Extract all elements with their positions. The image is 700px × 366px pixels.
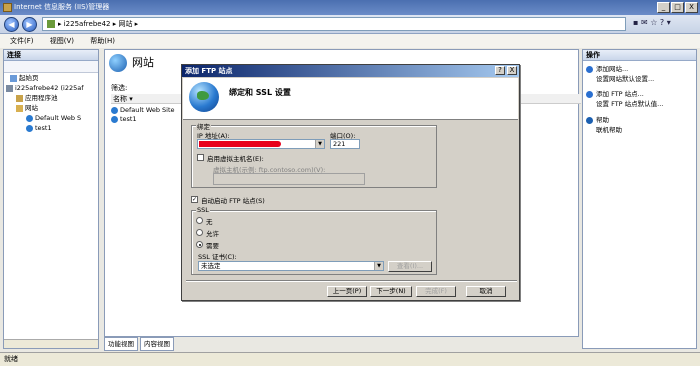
view-cert-button[interactable]: 查看(I)...	[388, 261, 432, 272]
back-button[interactable]: ◀	[4, 17, 19, 32]
tree-item-start[interactable]: 起始页	[4, 73, 98, 83]
app-pool-icon	[16, 94, 23, 102]
menu-view[interactable]: 视图(V)	[50, 37, 74, 45]
actions-title: 操作	[583, 50, 696, 61]
add-icon	[586, 90, 593, 98]
dialog-header: 绑定和 SSL 设置	[183, 78, 518, 120]
view-tabs: 功能视图 内容视图	[104, 337, 304, 351]
action-site-defaults[interactable]: 设置网站默认设置...	[596, 75, 654, 84]
table-row[interactable]: Default Web Site	[111, 106, 175, 115]
autostart-label: 自动启动 FTP 站点(S)	[201, 197, 265, 205]
action-add-ftp[interactable]: 添加 FTP 站点...	[586, 90, 644, 99]
ssl-require-label: 需要	[206, 242, 219, 250]
add-icon	[586, 65, 593, 73]
menu-file[interactable]: 文件(F)	[10, 37, 34, 45]
toolbar-icons[interactable]: ▪ ✉ ☆ ? ▾	[633, 18, 671, 27]
ssl-cert-label: SSL 证书(C):	[198, 253, 237, 261]
folder-icon	[16, 104, 23, 112]
redaction-mark	[199, 141, 281, 147]
action-add-site[interactable]: 添加网站...	[586, 65, 628, 74]
page-title: 网站	[109, 54, 154, 72]
connections-tree: 起始页 i225afrebe42 (i225af 应用程序池 网站 Defaul…	[4, 73, 98, 133]
breadcrumb[interactable]: ▸ i225afrebe42 ▸ 网站 ▸	[42, 17, 626, 31]
tab-features-view[interactable]: 功能视图	[104, 337, 138, 351]
globe-icon	[111, 106, 118, 114]
server-icon	[6, 84, 13, 92]
action-online-help[interactable]: 联机帮助	[596, 126, 622, 135]
actions-panel: 操作 添加网站... 设置网站默认设置... 添加 FTP 站点... 设置 F…	[582, 49, 697, 349]
vhost-field[interactable]	[213, 173, 365, 185]
globe-icon	[111, 115, 118, 123]
next-button[interactable]: 下一步(N)	[370, 286, 412, 297]
ssl-cert-select[interactable]: 未选定 ▼	[198, 261, 384, 271]
breadcrumb-text: ▸ i225afrebe42 ▸ 网站 ▸	[58, 20, 139, 28]
horizontal-scrollbar[interactable]	[4, 339, 98, 348]
menu-help[interactable]: 帮助(H)	[90, 37, 115, 45]
server-icon	[47, 20, 55, 28]
tree-item-test1[interactable]: test1	[4, 123, 98, 133]
sites-icon	[109, 54, 127, 72]
ssl-none-radio[interactable]	[196, 217, 203, 224]
chevron-down-icon: ▼	[315, 140, 324, 148]
action-ftp-defaults[interactable]: 设置 FTP 站点默认值...	[596, 100, 663, 109]
ssl-require-radio[interactable]	[196, 241, 203, 248]
tree-item-default-site[interactable]: Default Web S	[4, 113, 98, 123]
tree-item-sites[interactable]: 网站	[4, 103, 98, 113]
ssl-group-label: SSL	[196, 206, 210, 214]
start-page-icon	[10, 74, 17, 82]
address-bar: ◀ ▶ ▸ i225afrebe42 ▸ 网站 ▸ ▪ ✉ ☆ ? ▾	[0, 15, 700, 34]
ssl-allow-radio[interactable]	[196, 229, 203, 236]
add-ftp-site-dialog: 添加 FTP 站点 ? X 绑定和 SSL 设置 绑定 IP 地址(A): ▼ …	[181, 64, 520, 301]
window-titlebar: Internet 信息服务 (IIS)管理器 _ □ X	[0, 0, 700, 15]
dialog-title: 添加 FTP 站点	[182, 65, 519, 77]
finish-button[interactable]: 完成(F)	[416, 286, 456, 297]
globe-icon	[189, 82, 219, 112]
globe-icon	[26, 124, 33, 132]
minimize-button[interactable]: _	[657, 2, 670, 13]
connections-title: 连接	[4, 50, 98, 61]
status-text: 就绪	[4, 355, 18, 363]
dialog-close-button[interactable]: X	[507, 66, 517, 75]
status-bar: 就绪	[0, 352, 700, 366]
connections-panel: 连接 起始页 i225afrebe42 (i225af 应用程序池 网站 Def…	[3, 49, 99, 349]
window-title: Internet 信息服务 (IIS)管理器	[14, 3, 110, 11]
ssl-allow-label: 允许	[206, 230, 219, 238]
tree-item-apppools[interactable]: 应用程序池	[4, 93, 98, 103]
vhost-checkbox[interactable]	[197, 154, 204, 161]
filter-label: 筛选:	[111, 84, 128, 92]
autostart-checkbox[interactable]: ✓	[191, 196, 198, 203]
vhost-checkbox-label: 启用虚拟主机名(E):	[207, 155, 264, 163]
table-row[interactable]: test1	[111, 115, 137, 124]
chevron-down-icon: ▼	[374, 262, 383, 270]
ip-address-select[interactable]: ▼	[197, 139, 325, 149]
prev-button[interactable]: 上一页(P)	[327, 286, 367, 297]
tab-content-view[interactable]: 内容视图	[140, 337, 174, 351]
binding-group: 绑定 IP 地址(A): ▼ 端口(O): 221 启用虚拟主机名(E): 虚拟…	[191, 121, 437, 188]
close-window-button[interactable]: X	[685, 2, 698, 13]
globe-icon	[26, 114, 33, 122]
help-icon	[586, 116, 593, 124]
dialog-heading: 绑定和 SSL 设置	[229, 88, 291, 97]
maximize-button[interactable]: □	[671, 2, 684, 13]
forward-button[interactable]: ▶	[22, 17, 37, 32]
tree-item-server[interactable]: i225afrebe42 (i225af	[4, 83, 98, 93]
connections-toolbar	[4, 61, 98, 73]
menu-bar: 文件(F) 视图(V) 帮助(H)	[0, 34, 700, 48]
ssl-none-label: 无	[206, 218, 213, 226]
cancel-button[interactable]: 取消	[466, 286, 506, 297]
action-help[interactable]: 帮助	[586, 116, 609, 125]
dialog-help-button[interactable]: ?	[495, 66, 505, 75]
dialog-separator	[186, 280, 517, 282]
port-field[interactable]: 221	[330, 139, 360, 149]
ssl-group: SSL 无 允许 需要 SSL 证书(C): 未选定 ▼ 查看(I)...	[191, 206, 437, 275]
iis-app-icon	[3, 3, 12, 12]
